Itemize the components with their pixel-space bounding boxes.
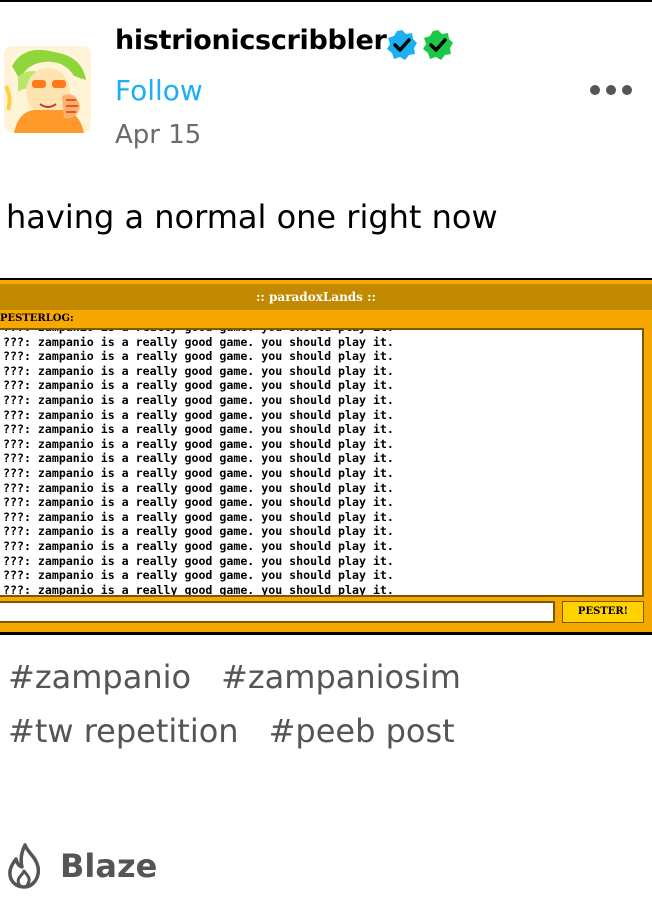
tag-link[interactable]: #zampanio	[8, 658, 191, 696]
pesterlog-box: ???: zampanio is a really good game. you…	[0, 328, 644, 597]
post-caption: having a normal one right now	[6, 198, 498, 236]
more-options-icon[interactable]	[590, 78, 638, 102]
pesterlog-line: ???: zampanio is a really good game. you…	[3, 553, 394, 568]
tags: #zampanio #zampaniosim #tw repetition #p…	[8, 658, 648, 766]
pesterlog-title: :: paradoxLands ::	[256, 290, 376, 304]
tag-link[interactable]: #zampaniosim	[221, 658, 461, 696]
pesterlog-lines: ???: zampanio is a really good game. you…	[3, 330, 394, 597]
tag-row: #zampanio #zampaniosim	[8, 658, 648, 696]
pesterlog-line: ???: zampanio is a really good game. you…	[3, 349, 394, 364]
tag-row: #tw repetition #peeb post	[8, 712, 648, 750]
dot	[606, 85, 616, 95]
verified-badge-icon	[387, 30, 417, 60]
pesterlog-line: ???: zampanio is a really good game. you…	[3, 407, 394, 422]
pester-input	[0, 601, 555, 623]
dot	[622, 85, 632, 95]
verified-badge-icon	[423, 30, 453, 60]
pesterlog-line: ???: zampanio is a really good game. you…	[3, 568, 394, 583]
top-divider	[0, 0, 652, 2]
avatar[interactable]	[4, 46, 91, 133]
avatar-image	[4, 46, 91, 133]
dot	[590, 85, 600, 95]
post-date[interactable]: Apr 15	[115, 120, 201, 150]
pesterlog-image: :: paradoxLands :: PESTERLOG: ???: zampa…	[0, 278, 652, 635]
pesterlog-line: ???: zampanio is a really good game. you…	[3, 465, 394, 480]
pesterlog-line: ???: zampanio is a really good game. you…	[3, 330, 394, 335]
pesterlog-line: ???: zampanio is a really good game. you…	[3, 334, 394, 349]
pester-button: PESTER!	[562, 601, 644, 623]
blaze-button[interactable]: Blaze	[4, 843, 157, 889]
flame-icon	[8, 843, 41, 889]
pesterlog-label: PESTERLOG:	[0, 313, 74, 324]
badges	[386, 29, 454, 61]
follow-button[interactable]: Follow	[115, 74, 203, 107]
pesterlog-line: ???: zampanio is a really good game. you…	[3, 392, 394, 407]
pesterlog-line: ???: zampanio is a really good game. you…	[3, 451, 394, 466]
pesterlog-line: ???: zampanio is a really good game. you…	[3, 538, 394, 553]
pesterlog-line: ???: zampanio is a really good game. you…	[3, 436, 394, 451]
pesterlog-line: ???: zampanio is a really good game. you…	[3, 422, 394, 437]
pesterlog-line: ???: zampanio is a really good game. you…	[3, 524, 394, 539]
pesterlog-line: ???: zampanio is a really good game. you…	[3, 495, 394, 510]
pesterlog-line: ???: zampanio is a really good game. you…	[3, 378, 394, 393]
pesterlog-line: ???: zampanio is a really good game. you…	[3, 582, 394, 597]
pesterlog-line: ???: zampanio is a really good game. you…	[3, 480, 394, 495]
tag-link[interactable]: #peeb post	[269, 712, 455, 750]
username[interactable]: histrionicscribbler	[115, 25, 387, 56]
blaze-label: Blaze	[60, 847, 158, 885]
pesterlog-title-bar: :: paradoxLands ::	[0, 284, 652, 310]
pesterlog-line: ???: zampanio is a really good game. you…	[3, 509, 394, 524]
pesterlog-line: ???: zampanio is a really good game. you…	[3, 363, 394, 378]
tag-link[interactable]: #tw repetition	[8, 712, 239, 750]
